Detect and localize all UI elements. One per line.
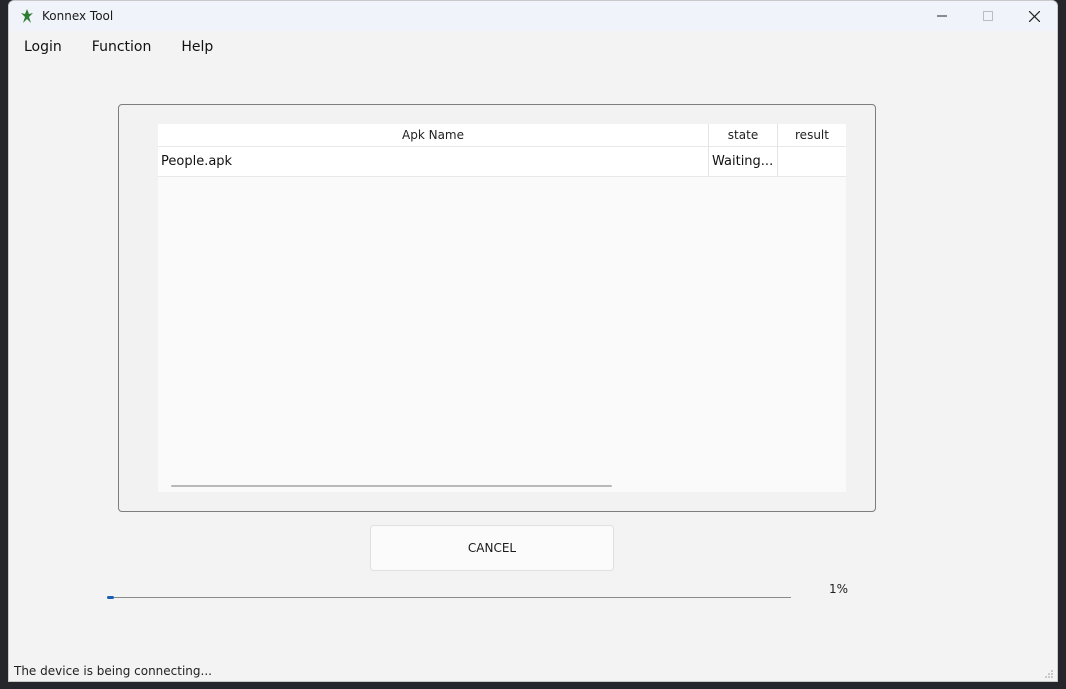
column-header-result[interactable]: result — [778, 124, 846, 146]
status-bar-text: The device is being connecting... — [14, 664, 212, 678]
table-row[interactable]: People.apk Waiting... — [158, 147, 846, 177]
background-bottom-strip — [0, 681, 1066, 689]
cell-apk-name: People.apk — [158, 147, 709, 176]
maximize-button[interactable] — [965, 1, 1011, 31]
close-icon — [1028, 10, 1040, 22]
window-title: Konnex Tool — [42, 9, 114, 23]
progress-bar — [107, 596, 791, 599]
column-header-state[interactable]: state — [709, 124, 778, 146]
resize-grip-icon[interactable] — [1045, 670, 1053, 678]
cell-result — [778, 147, 846, 176]
progress-percent: 1% — [829, 582, 849, 596]
table-header: Apk Name state result — [158, 124, 846, 147]
close-button[interactable] — [1011, 1, 1057, 31]
title-bar[interactable]: Konnex Tool — [9, 1, 1057, 31]
column-header-apk-name[interactable]: Apk Name — [158, 124, 709, 146]
window-controls — [919, 1, 1057, 31]
cell-state: Waiting... — [709, 147, 778, 176]
apk-list-panel: Apk Name state result People.apk Waiting… — [118, 104, 876, 512]
menu-function[interactable]: Function — [77, 39, 167, 55]
menu-login[interactable]: Login — [9, 39, 77, 55]
app-window: Konnex Tool Login Function Help Apk Name… — [8, 0, 1058, 682]
minimize-button[interactable] — [919, 1, 965, 31]
horizontal-scrollbar[interactable] — [171, 485, 612, 487]
maximize-icon — [983, 11, 993, 21]
menu-help[interactable]: Help — [166, 39, 228, 55]
konnex-logo-icon — [21, 9, 33, 23]
progress-bar-fill — [107, 596, 114, 599]
apk-table[interactable]: Apk Name state result People.apk Waiting… — [158, 124, 846, 492]
menu-bar: Login Function Help — [9, 34, 228, 60]
cancel-button[interactable]: CANCEL — [370, 525, 614, 571]
minimize-icon — [937, 15, 947, 17]
